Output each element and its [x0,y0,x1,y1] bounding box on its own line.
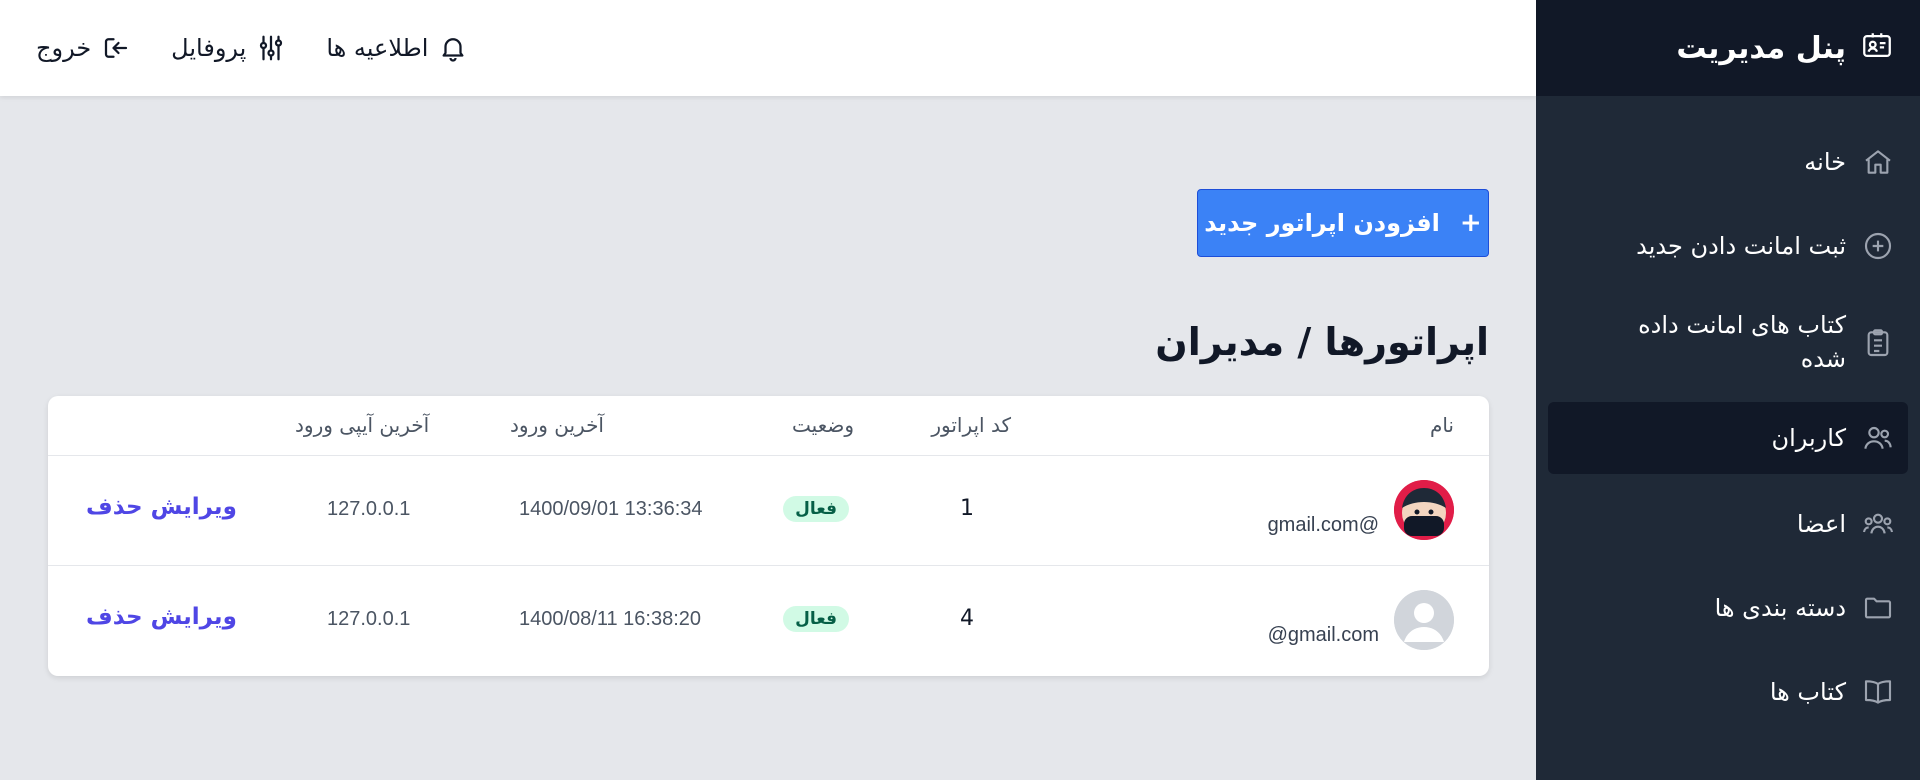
last-ip: 127.0.0.1 [327,498,411,520]
header-status: وضعیت [792,413,854,437]
operator-code: 1 [960,496,974,521]
user-email: @gmail.com [1267,624,1379,646]
edit-link[interactable]: ویرایش [151,494,237,520]
notifications-label: اطلاعیه ها [326,34,429,62]
sidebar: پنل مدیریت خانه ثبت امانت دادن جدید کتاب… [1536,0,1920,780]
sidebar-item-home[interactable]: خانه [1536,120,1920,204]
sidebar-brand[interactable]: پنل مدیریت [1536,0,1920,96]
row-actions: ویرایش حذف [86,604,237,630]
sidebar-item-label: ثبت امانت دادن جدید [1636,232,1846,260]
users-icon [1862,422,1894,454]
sidebar-item-new-loan[interactable]: ثبت امانت دادن جدید [1536,204,1920,288]
plus-icon: + [1459,208,1482,238]
header-code: کد اپراتور [931,413,1011,437]
avatar[interactable] [1394,590,1454,650]
profile-label: پروفایل [171,34,247,62]
sidebar-item-label: کاربران [1771,424,1846,452]
sidebar-item-books[interactable]: کتاب ها [1536,650,1920,734]
sidebar-item-categories[interactable]: دسته بندی ها [1536,566,1920,650]
add-operator-button[interactable]: + افزودن اپراتور جدید [1197,189,1489,257]
brand-title: پنل مدیریت [1676,30,1846,66]
logout-link[interactable]: خروج [36,33,131,63]
status-badge: فعال [783,496,849,522]
add-operator-label: افزودن اپراتور جدید [1204,209,1440,237]
clipboard-list-icon [1862,327,1894,359]
bell-icon [438,33,468,63]
delete-link[interactable]: حذف [86,494,143,520]
top-bar: خروج پروفایل اطلاعیه ها [0,0,1536,96]
edit-link[interactable]: ویرایش [151,604,237,630]
main-content: + افزودن اپراتور جدید اپراتورها / مدیران… [0,96,1536,780]
delete-link[interactable]: حذف [86,604,143,630]
notifications-link[interactable]: اطلاعیه ها [326,33,468,63]
sidebar-item-label: دسته بندی ها [1714,594,1846,622]
logout-label: خروج [36,34,92,62]
id-card-icon [1860,29,1894,67]
status-badge: فعال [783,606,849,632]
sidebar-nav: خانه ثبت امانت دادن جدید کتاب های امانت … [1536,96,1920,734]
operators-table: نام کد اپراتور وضعیت آخرین ورود آخرین آی… [48,396,1489,676]
row-actions: ویرایش حذف [86,494,237,520]
last-ip: 127.0.0.1 [327,608,411,630]
header-name: نام [1429,413,1454,437]
sidebar-item-label: کتاب ها [1769,678,1846,706]
sidebar-item-label: خانه [1804,148,1846,176]
table-header: نام کد اپراتور وضعیت آخرین ورود آخرین آی… [48,396,1489,456]
last-login: 1400/08/11 16:38:20 [519,608,702,630]
logout-icon [101,33,131,63]
table-row: @gmail.com 4 فعال 1400/08/11 16:38:20 12… [48,566,1489,676]
profile-link[interactable]: پروفایل [171,33,286,63]
home-icon [1862,146,1894,178]
page-title: اپراتورها / مدیران [1155,320,1489,364]
header-last-login: آخرین ورود [510,413,604,437]
sliders-icon [256,33,286,63]
user-group-icon [1862,508,1894,540]
header-last-ip: آخرین آیپی ورود [295,413,430,437]
sidebar-item-users[interactable]: کاربران [1548,402,1908,474]
sidebar-item-loaned-books[interactable]: کتاب های امانت داده شده [1536,288,1920,398]
plus-circle-icon [1862,230,1894,262]
operator-code: 4 [960,606,974,631]
table-row: gmail.com@ 1 فعال 1400/09/01 13:36:34 12… [48,456,1489,566]
folder-icon [1862,592,1894,624]
avatar[interactable] [1394,480,1454,540]
sidebar-item-members[interactable]: اعضا [1536,482,1920,566]
sidebar-item-label: اعضا [1796,510,1846,538]
sidebar-item-label: کتاب های امانت داده شده [1638,311,1846,373]
last-login: 1400/09/01 13:36:34 [519,498,703,520]
book-open-icon [1862,676,1894,708]
user-email: gmail.com@ [1267,514,1379,536]
